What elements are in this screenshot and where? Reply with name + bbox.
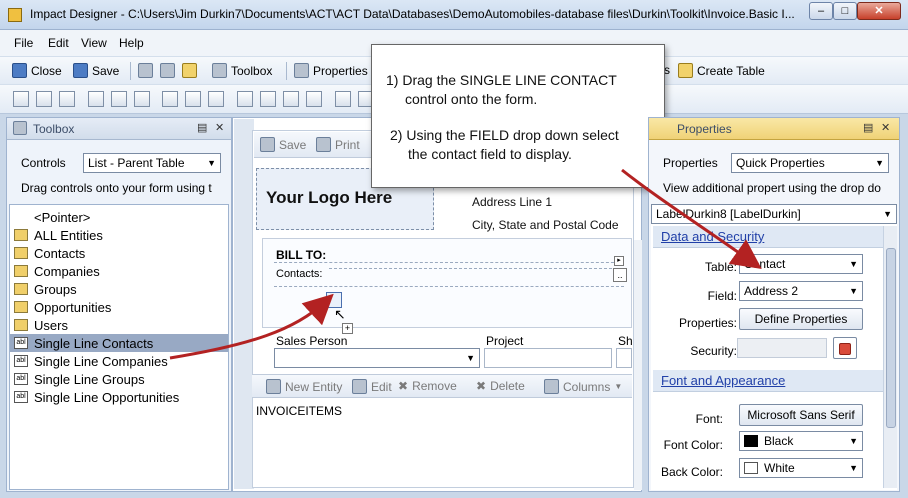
annotation-arrows — [169, 168, 762, 360]
drag-arrow — [169, 293, 334, 360]
field-arrow — [621, 168, 762, 269]
